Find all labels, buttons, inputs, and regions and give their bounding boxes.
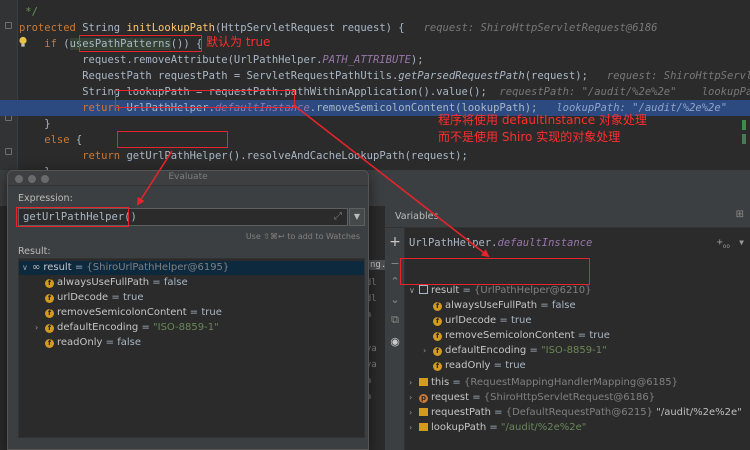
tree-node-this[interactable]: › this = {RequestMappingHandlerMapping@61… <box>409 375 678 390</box>
dialog-title: Evaluate <box>168 172 208 182</box>
result-root-row[interactable]: ∨ ∞ result = {ShiroUrlPathHelper@6195} <box>19 261 364 275</box>
method-name: initLookupPath <box>126 22 215 34</box>
constant: PATH_ATTRIBUTE <box>322 54 411 66</box>
code-text: String <box>75 22 127 34</box>
chevron-right-icon[interactable]: › <box>409 375 419 390</box>
tree-node-field[interactable]: f removeSemicolonContent = true <box>433 328 610 343</box>
chevron-right-icon[interactable]: › <box>409 390 419 405</box>
variables-title: Variables <box>395 211 439 222</box>
code-text: } <box>44 118 51 130</box>
result-field-row[interactable]: › f defaultEncoding = "ISO-8859-1" <box>35 321 219 335</box>
field-icon: f <box>433 362 442 371</box>
add-watch-plus-icon[interactable]: + <box>389 235 401 249</box>
watch-expression-input[interactable]: UrlPathHelper.defaultInstance +oo ▼ <box>405 234 750 252</box>
code-line-method-signature: protected String initLookupPath(HttpServ… <box>0 20 750 36</box>
field-icon: f <box>45 279 54 288</box>
highlight-box-getUrlPathHelper <box>117 131 228 148</box>
method-call: getUrlPathHelper() <box>126 150 241 162</box>
static-method: getParsedRequestPath <box>398 70 525 82</box>
parameter-icon: p <box>419 394 428 403</box>
tree-node-field[interactable]: f alwaysUseFullPath = false <box>433 298 576 313</box>
watch-glasses-icon: ∞ <box>32 262 41 273</box>
code-line-else: else { <box>0 132 750 148</box>
add-to-watches-hint: Use ⇧⌘↩ to add to Watches <box>245 232 360 241</box>
inline-debug-hint: request: ShiroHttpServletRequest@6186 <box>423 22 658 34</box>
code-text: request.removeAttribute(UrlPathHelper. <box>82 54 323 66</box>
eye-watch-icon[interactable]: ◉ <box>389 336 401 348</box>
code-line: */ <box>0 4 750 20</box>
chevron-right-icon[interactable]: › <box>409 420 419 435</box>
chevron-down-icon[interactable]: ∨ <box>409 283 419 298</box>
result-icon <box>419 285 428 294</box>
tree-node-field[interactable]: › f defaultEncoding = "ISO-8859-1" <box>423 343 607 358</box>
code-line: request.removeAttribute(UrlPathHelper.PA… <box>0 52 750 68</box>
result-field-row[interactable]: f urlDecode = true <box>45 291 143 305</box>
local-variable-icon <box>419 408 428 416</box>
code-text: (HttpServletRequest request) { <box>214 22 405 34</box>
field-icon: f <box>433 302 442 311</box>
code-editor[interactable]: */ protected String initLookupPath(HttpS… <box>0 0 750 170</box>
chevron-right-icon[interactable]: › <box>423 343 433 358</box>
local-variable-icon <box>419 378 428 386</box>
field-icon: f <box>433 332 442 341</box>
highlight-box-usesPathPatterns <box>79 35 202 52</box>
result-label: Result: <box>18 246 51 257</box>
error-stripe-marker[interactable] <box>742 120 746 130</box>
code-text: RequestPath requestPath = ServletRequest… <box>82 70 399 82</box>
keyword: return <box>82 150 121 162</box>
expand-editor-icon[interactable]: ⤢ <box>334 211 342 222</box>
keyword: if <box>44 38 57 50</box>
highlight-box-expression <box>16 207 129 227</box>
variables-header: Variables ⊞ <box>385 206 750 228</box>
result-field-row[interactable]: f alwaysUseFullPath = false <box>45 276 188 290</box>
history-dropdown-icon[interactable]: ▼ <box>739 234 744 252</box>
annotation-default-true: 默认为 true <box>206 35 271 49</box>
code-line: return getUrlPathHelper().resolveAndCach… <box>0 148 750 164</box>
expression-label: Expression: <box>18 193 73 204</box>
highlight-box-watch-expression <box>400 258 590 285</box>
comment-end: */ <box>0 6 38 18</box>
tree-node-request[interactable]: › p request = {ShiroHttpServletRequest@618… <box>409 390 655 405</box>
highlight-box-defaultInstance <box>115 90 295 108</box>
chevron-right-icon[interactable]: › <box>35 321 45 335</box>
tree-node-result[interactable]: ∨ result = {UrlPathHelper@6210} <box>409 283 591 298</box>
field-icon: f <box>433 317 442 326</box>
inline-debug-hint: request: ShiroHttpServletRequest@6 <box>606 70 750 82</box>
local-variable-icon <box>419 423 428 431</box>
annotation-line-1: 程序将使用 defaultInstance 对象处理 <box>438 113 647 127</box>
chevron-right-icon[interactable]: › <box>409 405 419 420</box>
field-icon: f <box>433 347 442 356</box>
result-tree: ∨ ∞ result = {ShiroUrlPathHelper@6195} f al… <box>18 258 365 438</box>
inline-debug-hint: requestPath: "/audit/%2e%2e" lookupPath:… <box>499 86 750 98</box>
tree-node-requestPath[interactable]: › requestPath = {DefaultRequestPath@6215}… <box>409 405 742 420</box>
copy-icon[interactable]: ⧉ <box>389 314 401 326</box>
code-text: { <box>69 134 83 146</box>
code-text: ); <box>410 54 424 66</box>
watch-expr-text: UrlPathHelper. <box>409 237 498 249</box>
watch-expr-field: defaultInstance <box>497 237 593 249</box>
field-icon: f <box>45 324 54 333</box>
keyword: else <box>44 134 70 146</box>
dialog-titlebar[interactable]: Evaluate <box>8 171 368 186</box>
tree-node-field[interactable]: f readOnly = true <box>433 358 526 373</box>
down-arrow-icon[interactable]: ⌄ <box>389 294 401 306</box>
tree-node-field[interactable]: f urlDecode = true <box>433 313 531 328</box>
field-icon: f <box>45 294 54 303</box>
field-icon: f <box>45 309 54 318</box>
code-text: .resolveAndCacheLookupPath(request); <box>240 150 468 162</box>
result-field-row[interactable]: f readOnly = false <box>45 336 141 350</box>
tree-node-lookupPath[interactable]: › lookupPath = "/audit/%2e%2e" <box>409 420 586 435</box>
error-stripe-marker[interactable] <box>742 134 746 144</box>
annotation-line-2: 而不是使用 Shiro 实现的对象处理 <box>438 130 621 144</box>
code-text: (request); <box>524 70 588 82</box>
result-field-row[interactable]: f removeSemicolonContent = true <box>45 306 222 320</box>
code-line: String lookupPath = requestPath.pathWith… <box>0 84 750 100</box>
add-to-watches-icon[interactable]: +oo <box>717 234 730 256</box>
code-line: RequestPath requestPath = ServletRequest… <box>0 68 750 84</box>
field-icon: f <box>45 339 54 348</box>
chevron-down-icon[interactable]: ∨ <box>22 261 32 275</box>
layout-icon[interactable]: ⊞ <box>736 209 744 220</box>
expression-history-dropdown[interactable]: ▼ <box>349 208 365 226</box>
keyword: protected <box>18 22 76 34</box>
